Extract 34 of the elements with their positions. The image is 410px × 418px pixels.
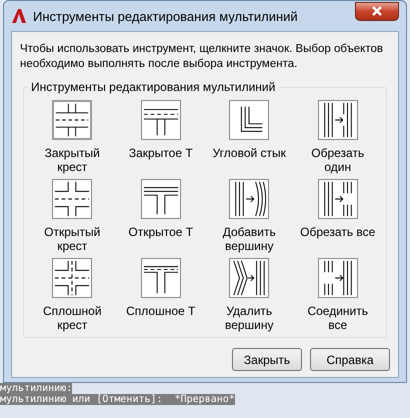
- open-tee-icon[interactable]: [140, 179, 181, 219]
- closed-tee-icon[interactable]: [140, 100, 181, 140]
- tool-label: Соединить все: [306, 304, 370, 332]
- group-title: Инструменты редактирования мультилиний: [30, 80, 276, 94]
- close-button[interactable]: [355, 2, 399, 20]
- tool-label: Открытое Т: [127, 225, 194, 239]
- tool-label: Обрезать все: [299, 225, 376, 239]
- merged-cross-icon[interactable]: [52, 258, 92, 298]
- tool-label: Закрытый крест: [44, 146, 101, 174]
- cut-single-icon[interactable]: [318, 100, 358, 140]
- tool-label: Удалить вершину: [224, 304, 275, 332]
- tool-label: Сплошное Т: [125, 304, 196, 318]
- open-cross-icon[interactable]: [52, 179, 92, 219]
- tool-label: Закрытое Т: [128, 146, 194, 160]
- help-button[interactable]: Справка: [310, 348, 390, 371]
- merged-tee-icon[interactable]: [140, 258, 181, 298]
- command-line-text: мультилинию:: [0, 383, 72, 394]
- close-dialog-button[interactable]: Закрыть: [232, 348, 302, 371]
- closed-cross-icon[interactable]: [52, 100, 92, 140]
- tool-label: Обрезать один: [310, 146, 366, 174]
- add-vertex-icon[interactable]: [229, 179, 270, 219]
- instruction-text: Чтобы использовать инструмент, щелкните значок. Выбор объектов необходимо выполнять после выбора инструмента.: [20, 42, 384, 72]
- logo-icon: [11, 8, 27, 24]
- close-icon: [371, 6, 383, 16]
- weld-all-icon[interactable]: [318, 258, 358, 298]
- command-line-text: мультилинию или [Отменить]: *Прервано*: [0, 394, 235, 405]
- tool-label: Добавить вершину: [222, 225, 277, 253]
- window-title: Инструменты редактирования мультилиний: [33, 8, 299, 24]
- corner-joint-icon[interactable]: [229, 100, 270, 140]
- tool-label: Открытый крест: [43, 225, 102, 253]
- tool-label: Сплошной крест: [42, 304, 103, 332]
- tool-label: Угловой стык: [212, 146, 287, 160]
- cut-all-icon[interactable]: [318, 179, 358, 219]
- delete-vertex-icon[interactable]: [229, 258, 270, 298]
